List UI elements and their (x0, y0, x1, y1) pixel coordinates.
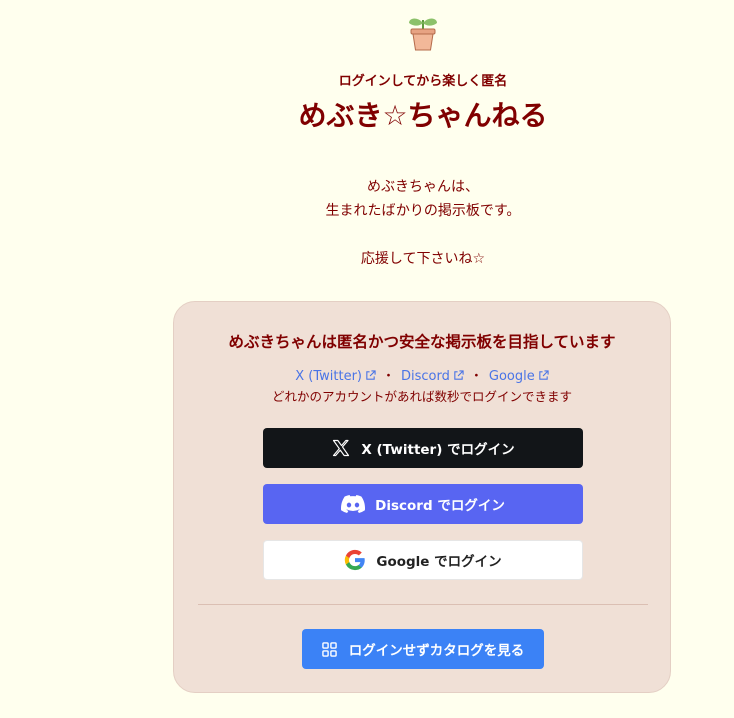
provider-links: X (Twitter) ・ Discord ・ Google (174, 365, 670, 384)
google-login-button[interactable]: Google でログイン (263, 540, 583, 580)
link-label: X (Twitter) (295, 369, 362, 384)
external-link-icon (454, 370, 464, 380)
external-link-icon (539, 370, 549, 380)
button-label: X (Twitter) でログイン (361, 442, 515, 458)
google-logo-icon (344, 549, 366, 571)
intro-line: 応援して下さいね☆ (360, 251, 486, 267)
intro-line: 生まれたばかりの掲示板です。 (325, 203, 521, 219)
x-logo-icon (331, 438, 351, 458)
intro-text: めぶきちゃんは、 生まれたばかりの掲示板です。 応援して下さいね☆ (0, 175, 734, 271)
discord-login-button[interactable]: Discord でログイン (263, 484, 583, 524)
tagline: ログインしてから楽しく匿名 (338, 74, 508, 89)
button-label: Discord でログイン (375, 498, 505, 514)
sprout-pot-icon (409, 18, 437, 51)
site-title: めぶき☆ちゃんねる (298, 99, 548, 132)
link-label: Google (488, 369, 535, 384)
button-label: ログインせずカタログを見る (348, 643, 525, 659)
google-link[interactable]: Google (489, 369, 549, 384)
login-card: めぶきちゃんは匿名かつ安全な掲示板を目指しています X (Twitter) ・ Di… (173, 301, 671, 693)
link-separator: ・ (469, 369, 483, 384)
link-label: Discord (401, 369, 450, 384)
link-separator: ・ (382, 369, 396, 384)
providers-note: どれかのアカウントがあれば数秒でログインできます (271, 389, 572, 404)
card-heading: めぶきちゃんは匿名かつ安全な掲示板を目指しています (228, 333, 616, 351)
view-catalog-button[interactable]: ログインせずカタログを見る (302, 629, 544, 669)
discord-logo-icon (341, 495, 366, 513)
external-link-icon (366, 370, 376, 380)
intro-line: めぶきちゃんは、 (367, 179, 479, 195)
x-twitter-link[interactable]: X (Twitter) (295, 369, 376, 384)
login-page: ログインしてから楽しく匿名 めぶき☆ちゃんねる めぶきちゃんは、 生まれたばかり… (0, 0, 734, 718)
button-label: Google でログイン (376, 554, 502, 570)
grid-icon (321, 641, 337, 657)
divider (198, 604, 648, 605)
x-login-button[interactable]: X (Twitter) でログイン (263, 428, 583, 468)
discord-link[interactable]: Discord (401, 369, 464, 384)
